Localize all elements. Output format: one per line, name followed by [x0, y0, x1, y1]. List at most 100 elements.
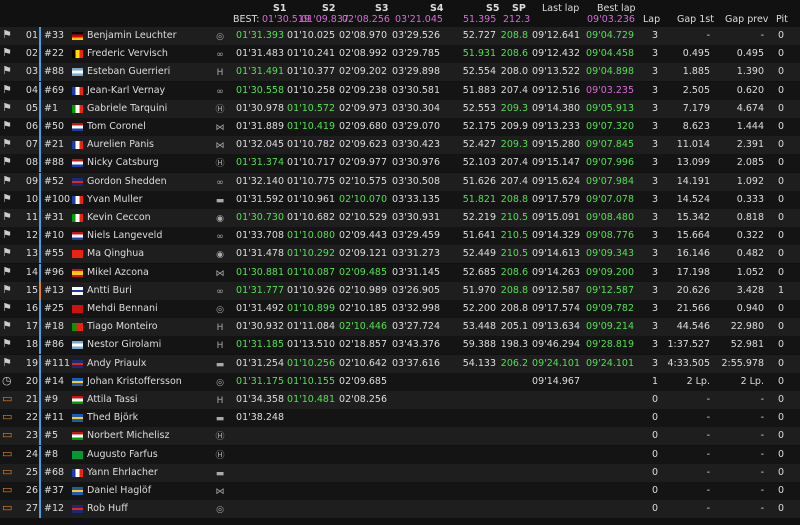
driver-name[interactable]: Attila Tassi — [87, 394, 138, 406]
pit-icon: ▭ — [2, 446, 13, 460]
checkered-flag-icon: ⚑ — [2, 155, 12, 169]
driver-name[interactable]: Niels Langeveld — [87, 230, 162, 242]
lap-count: 3 — [651, 303, 658, 314]
driver-name[interactable]: Daniel Haglöf — [87, 485, 151, 497]
car-number: #10 — [44, 230, 65, 242]
driver-name[interactable]: Nicky Catsburg — [87, 157, 159, 169]
table-row[interactable]: ⚑ 14 #96 Mikel Azcona ⋈ 01'30.881 01'10.087 02'… — [0, 263, 800, 282]
table-row[interactable]: ⚑ 09 #52 Gordon Shedden ∞ 01'32.140 01'10.775 0… — [0, 172, 800, 191]
gap-prev: - — [760, 30, 764, 41]
position: 14 — [25, 266, 38, 278]
driver-name[interactable]: Augusto Farfus — [87, 449, 158, 461]
checkered-flag-icon: ⚑ — [2, 282, 12, 296]
col-sp[interactable]: SP — [512, 3, 526, 14]
driver-name[interactable]: Tom Coronel — [87, 121, 146, 133]
col-s3[interactable]: S3 — [375, 3, 388, 14]
col-s2[interactable]: S2 — [322, 3, 335, 14]
position: 08 — [25, 157, 38, 169]
checkered-flag-icon: ⚑ — [2, 319, 12, 333]
table-row[interactable]: ⚑ 19 #111 Andy Priaulx ▬ 01'31.254 01'10.256 02… — [0, 354, 800, 373]
driver-name[interactable]: Yann Ehrlacher — [87, 467, 158, 479]
table-row[interactable]: ▭ 25 #68 Yann Ehrlacher ▬ 0 - - 0 — [0, 463, 800, 482]
col-gap-first[interactable]: Gap 1st — [677, 14, 714, 25]
col-last-lap[interactable]: Last lap — [542, 3, 579, 14]
driver-name[interactable]: Tiago Monteiro — [87, 321, 158, 333]
table-row[interactable]: ⚑ 04 #69 Jean-Karl Vernay ∞ 01'30.558 01'10.25… — [0, 81, 800, 100]
col-lap[interactable]: Lap — [643, 14, 660, 25]
sector-1: 01'31.185 — [236, 339, 284, 351]
table-row[interactable]: ⚑ 12 #10 Niels Langeveld ∞ 01'33.708 01'10.080… — [0, 227, 800, 246]
driver-name[interactable]: Benjamin Leuchter — [87, 30, 177, 42]
gap-first: 15.342 — [676, 212, 710, 223]
table-row[interactable]: ⚑ 06 #50 Tom Coronel ⋈ 01'31.889 01'10.419 02'0… — [0, 118, 800, 136]
table-row[interactable]: ⚑ 02 #22 Frederic Vervisch ∞ 01'31.483 01'10.2… — [0, 45, 800, 64]
car-number: #69 — [44, 84, 65, 96]
table-row[interactable]: ⚑ 10 #100 Yvan Muller ▬ 01'31.592 01'10.961 02'… — [0, 190, 800, 209]
lap-count: 3 — [651, 175, 658, 187]
sector-5: 53.448 — [462, 321, 496, 333]
driver-name[interactable]: Ma Qinghua — [87, 248, 144, 260]
table-row[interactable]: ⚑ 08 #88 Nicky Catsburg Ⓗ 01'31.374 01'10.717 0… — [0, 154, 800, 173]
driver-name[interactable]: Rob Huff — [87, 503, 128, 515]
driver-name[interactable]: Johan Kristoffersson — [87, 376, 182, 388]
flag-icon — [72, 141, 83, 150]
driver-name[interactable]: Mikel Azcona — [87, 267, 149, 279]
sector-3: 02'09.623 — [339, 139, 387, 151]
table-row[interactable]: ▭ 27 #12 Rob Huff ◎ 0 - - 0 — [0, 500, 800, 519]
driver-name[interactable]: Gabriele Tarquini — [87, 103, 167, 115]
driver-name[interactable]: Thed Björk — [87, 412, 138, 424]
col-s1[interactable]: S1 — [273, 3, 286, 14]
driver-name[interactable]: Frederic Vervisch — [87, 48, 168, 60]
driver-name[interactable]: Gordon Shedden — [87, 176, 167, 188]
col-s5[interactable]: S5 — [486, 3, 499, 14]
col-s4[interactable]: S4 — [430, 3, 443, 14]
table-row[interactable]: ⚑ 07 #21 Aurelien Panis ⋈ 01'32.045 01'10.782 0… — [0, 136, 800, 155]
table-row[interactable]: ⚑ 01 #33 Benjamin Leuchter ◎ 01'31.393 01'10.0… — [0, 27, 800, 45]
car-number: #9 — [44, 394, 59, 405]
col-pit[interactable]: Pit — [776, 14, 788, 25]
lap-count: 0 — [651, 503, 658, 515]
driver-name[interactable]: Nestor Girolami — [87, 339, 161, 351]
driver-name[interactable]: Mehdi Bennani — [87, 303, 158, 315]
driver-name[interactable]: Esteban Guerrieri — [87, 66, 170, 78]
table-row[interactable]: ▭ 22 #11 Thed Björk ▬ 01'38.248 0 - - 0 — [0, 409, 800, 428]
last-lap: 09'15.280 — [532, 139, 580, 151]
sector-3: 02'10.642 — [339, 357, 387, 369]
driver-name[interactable]: Kevin Ceccon — [87, 212, 151, 224]
alfa-logo-icon: ◉ — [216, 214, 224, 224]
table-row[interactable]: ⚑ 16 #25 Mehdi Bennani ◎ 01'31.492 01'10.899 02… — [0, 300, 800, 318]
table-row[interactable]: ▭ 23 #5 Norbert Michelisz Ⓗ 0 - - 0 — [0, 427, 800, 446]
col-gap-prev[interactable]: Gap prev — [725, 14, 768, 25]
table-row[interactable]: ⚑ 11 #31 Kevin Ceccon ◉ 01'30.730 01'10.682 02'… — [0, 209, 800, 227]
sector-3: 02'09.977 — [339, 157, 387, 169]
table-row[interactable]: ▭ 26 #37 Daniel Haglöf ⋈ 0 - - 0 — [0, 482, 800, 500]
driver-name[interactable]: Jean-Karl Vernay — [87, 85, 165, 97]
sector-5: 51.883 — [462, 84, 496, 96]
driver-name[interactable]: Andy Priaulx — [87, 358, 146, 370]
driver-name[interactable]: Yvan Muller — [87, 194, 143, 206]
car-number: #111 — [44, 357, 71, 369]
sector-4: 03'31.145 — [392, 266, 440, 278]
lynk-logo-icon: ▬ — [215, 359, 225, 370]
table-row[interactable]: ⚑ 05 #1 Gabriele Tarquini Ⓗ 01'30.978 01'10.57… — [0, 99, 800, 118]
sector-2: 01'10.241 — [287, 48, 335, 60]
table-row[interactable]: ⚑ 03 #88 Esteban Guerrieri H 01'31.491 01'10.3… — [0, 63, 800, 82]
status-bar — [39, 136, 41, 155]
status-bar — [39, 463, 41, 482]
table-row[interactable]: ⚑ 15 #13 Antti Buri ∞ 01'31.777 01'10.926 02'10… — [0, 281, 800, 300]
sector-2: 01'10.926 — [287, 284, 335, 296]
table-row[interactable]: ▭ 21 #9 Attila Tassi H 01'34.358 01'10.481 02'0… — [0, 391, 800, 409]
status-bar — [39, 263, 41, 282]
sector-4: 03'30.931 — [392, 212, 440, 223]
table-row[interactable]: ⚑ 17 #18 Tiago Monteiro H 01'30.932 01'11.084 0… — [0, 318, 800, 337]
last-lap: 09'12.587 — [532, 284, 580, 296]
driver-name[interactable]: Antti Buri — [87, 285, 132, 297]
table-row[interactable]: ◷ 20 #14 Johan Kristoffersson ◎ 01'31.175 01'1… — [0, 372, 800, 391]
driver-name[interactable]: Norbert Michelisz — [87, 430, 170, 442]
table-row[interactable]: ⚑ 18 #86 Nestor Girolami H 01'31.185 01'13.510… — [0, 336, 800, 355]
table-row[interactable]: ▭ 24 #8 Augusto Farfus Ⓗ 0 - - 0 — [0, 445, 800, 464]
driver-name[interactable]: Aurelien Panis — [87, 139, 154, 151]
table-row[interactable]: ⚑ 13 #55 Ma Qinghua ◉ 01'31.478 01'10.292 02'09… — [0, 245, 800, 264]
car-number: #55 — [44, 248, 65, 260]
col-best-lap[interactable]: Best lap — [597, 3, 636, 14]
